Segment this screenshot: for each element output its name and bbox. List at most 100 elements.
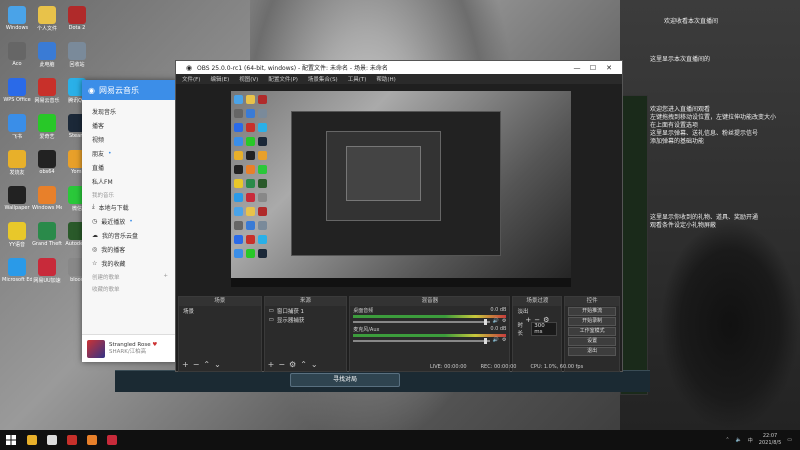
music-nav-discover[interactable]: 发现音乐 — [82, 104, 178, 118]
remove-source-icon[interactable]: − — [278, 360, 285, 369]
desktop-icon[interactable]: Aco — [2, 40, 32, 74]
desktop-icon[interactable]: 网易UU加速 — [32, 256, 62, 290]
duration-input[interactable]: 300 ms — [531, 321, 558, 336]
notification-dot-icon: • — [108, 149, 112, 157]
desktop-icon[interactable]: Dota 2 — [62, 4, 92, 38]
desktop-icon[interactable]: 网易云音乐 — [32, 76, 62, 110]
music-section-title: 创建的歌单 — [92, 275, 120, 281]
music-now-playing[interactable]: Strangled Rose ♥ SHARK/江柏高 — [82, 334, 178, 362]
app-icon — [8, 78, 26, 96]
find-match-button[interactable]: 寻找对局 — [290, 373, 400, 387]
studio-mode-button[interactable]: 工作室模式 — [568, 327, 616, 336]
taskbar-clock[interactable]: 22:07 2021/8/5 — [759, 433, 781, 447]
created-playlists-header[interactable]: 创建的歌单 + — [82, 270, 178, 282]
music-nav-label: 最近播放 — [101, 218, 126, 226]
music-my-recent[interactable]: ◷ 最近播放 • — [82, 214, 178, 228]
exit-button[interactable]: 退出 — [568, 347, 616, 356]
gear-icon[interactable]: ⚙ — [289, 360, 296, 369]
obs-window-title: OBS 25.0.0-rc1 (64-bit, windows) - 配置文件:… — [197, 65, 388, 72]
music-my-cloud[interactable]: ☁ 我的音乐云盘 — [82, 228, 178, 242]
start-streaming-button[interactable]: 开始推流 — [568, 307, 616, 316]
taskbar-app-button[interactable] — [82, 430, 102, 450]
desktop-icon[interactable]: WPS Office — [2, 76, 32, 110]
wallpaper-chair — [660, 220, 800, 430]
obs-menu-item[interactable]: 配置文件(P) — [268, 75, 298, 83]
settings-button[interactable]: 设置 — [568, 337, 616, 346]
move-up-icon[interactable]: ⌃ — [203, 360, 210, 369]
add-source-icon[interactable]: + — [268, 360, 275, 369]
music-nav-podcast[interactable]: 播客 — [82, 118, 178, 132]
desktop-icon-label: 回收站 — [69, 62, 85, 68]
preview-obs-window-3 — [346, 146, 421, 201]
music-my-local[interactable]: ⤓ 本地与下载 — [82, 200, 178, 214]
star-icon: ☆ — [92, 259, 98, 267]
start-recording-button[interactable]: 开始录制 — [568, 317, 616, 326]
remove-scene-icon[interactable]: − — [193, 360, 200, 369]
obs-menu-item[interactable]: 帮助(H) — [376, 75, 395, 83]
move-down-icon[interactable]: ⌄ — [311, 360, 318, 369]
notification-icon[interactable]: ▭ — [787, 437, 792, 443]
maximize-icon[interactable]: ☐ — [585, 64, 601, 72]
collected-playlists-header[interactable]: 收藏的歌单 — [82, 282, 178, 294]
obs-menu-item[interactable]: 文件(F) — [182, 75, 200, 83]
music-my-favorites[interactable]: ☆ 我的收藏 — [82, 256, 178, 270]
obs-menu-item[interactable]: 工具(T) — [348, 75, 367, 83]
taskbar-app-button[interactable] — [22, 430, 42, 450]
desktop-icon[interactable]: 爱奇艺 — [32, 112, 62, 146]
desktop-icon[interactable]: Windows — [2, 4, 32, 38]
add-icon[interactable]: + — [163, 273, 168, 279]
preview-desktop-icon — [234, 207, 243, 216]
preview-desktop-icon — [258, 179, 267, 188]
gear-icon[interactable]: ⚙ — [502, 337, 506, 343]
app-icon — [38, 186, 56, 204]
desktop-icon[interactable]: 此电脑 — [32, 40, 62, 74]
desktop-icon[interactable]: 回收站 — [62, 40, 92, 74]
move-up-icon[interactable]: ⌃ — [300, 360, 307, 369]
move-down-icon[interactable]: ⌄ — [214, 360, 221, 369]
source-item[interactable]: ▭ 窗口捕获 1 — [265, 306, 347, 315]
volume-slider[interactable] — [353, 338, 490, 344]
transition-select[interactable]: 淡出 — [513, 306, 561, 315]
obs-menu-item[interactable]: 视图(V) — [239, 75, 258, 83]
taskbar-app-button[interactable] — [62, 430, 82, 450]
chevron-up-icon[interactable]: ⌃ — [725, 437, 729, 443]
music-nav-friends[interactable]: 朋友 • — [82, 146, 178, 160]
obs-menu-item[interactable]: 编辑(E) — [210, 75, 229, 83]
scenes-toolbar: + − ⌃ ⌄ — [182, 360, 221, 369]
desktop-icon[interactable]: Windows Media — [32, 184, 62, 218]
obs-menu-item[interactable]: 场景集合(S) — [308, 75, 338, 83]
app-icon — [8, 42, 26, 60]
gear-icon[interactable]: ⚙ — [502, 318, 506, 324]
music-nav-fm[interactable]: 私人FM — [82, 174, 178, 188]
app-icon — [38, 6, 56, 24]
volume-slider[interactable] — [353, 319, 490, 325]
desktop-icon[interactable]: Wallpaper — [2, 184, 32, 218]
close-icon[interactable]: ✕ — [601, 64, 617, 72]
ime-indicator[interactable]: 中 — [748, 437, 753, 444]
music-app-title: 网易云音乐 — [98, 85, 139, 95]
preview-desktop-icon — [246, 207, 255, 216]
music-nav-live[interactable]: 直播 — [82, 160, 178, 174]
desktop-icon[interactable]: obs64 — [32, 148, 62, 182]
scene-item[interactable]: 场景 — [179, 306, 261, 315]
add-scene-icon[interactable]: + — [182, 360, 189, 369]
desktop-icon[interactable]: 飞书 — [2, 112, 32, 146]
source-item[interactable]: ▭ 显示器捕获 — [265, 315, 347, 324]
desktop-icon[interactable]: Microsoft Edge — [2, 256, 32, 290]
music-my-podcast[interactable]: ◎ 我的播客 — [82, 242, 178, 256]
start-button[interactable] — [0, 430, 22, 450]
obs-preview-canvas[interactable] — [231, 91, 571, 287]
taskbar-app-button[interactable] — [42, 430, 62, 450]
desktop-icon[interactable]: Grand Theft — [32, 220, 62, 254]
desktop-icon[interactable]: YY语音 — [2, 220, 32, 254]
minimize-icon[interactable]: — — [569, 64, 585, 72]
speaker-icon[interactable]: 🔊 — [493, 337, 499, 343]
desktop-icon[interactable]: 个人文件 — [32, 4, 62, 38]
taskbar-app-button[interactable] — [102, 430, 122, 450]
channel-db: 0.0 dB — [490, 307, 507, 313]
speaker-icon[interactable]: 🔈 — [736, 437, 742, 443]
heart-icon[interactable]: ♥ — [152, 342, 157, 348]
speaker-icon[interactable]: 🔊 — [493, 318, 499, 324]
desktop-icon[interactable]: 发烧友 — [2, 148, 32, 182]
music-nav-video[interactable]: 视频 — [82, 132, 178, 146]
